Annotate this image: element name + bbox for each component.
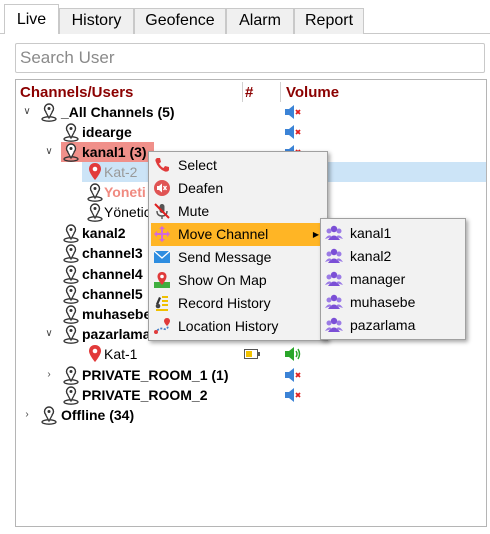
record-history-icon xyxy=(155,296,168,311)
tree-node-all-channels[interactable]: _All Channels (5) xyxy=(61,102,175,122)
column-header-count[interactable]: # xyxy=(245,84,253,101)
channel-pin-icon xyxy=(62,304,80,324)
muted-speaker-icon[interactable] xyxy=(284,104,302,120)
tree-node-private-room-1[interactable]: PRIVATE_ROOM_1 (1) xyxy=(82,365,229,385)
group-icon xyxy=(325,247,343,265)
expand-chevron-icon[interactable]: › xyxy=(43,365,55,385)
submenu-item-manager[interactable]: manager xyxy=(323,268,463,291)
column-header-volume[interactable]: Volume xyxy=(286,84,339,101)
tab-live[interactable]: Live xyxy=(4,4,59,34)
channel-pin-icon xyxy=(62,365,80,385)
group-icon xyxy=(325,316,343,334)
mute-mic-icon xyxy=(154,203,170,219)
group-icon xyxy=(325,293,343,311)
menu-item-show-on-map[interactable]: Show On Map xyxy=(151,269,325,292)
tree-node-kat-1[interactable]: Kat-1 xyxy=(104,344,137,364)
location-history-icon xyxy=(154,318,170,334)
tree-node-yonetici[interactable]: Yönetic xyxy=(104,202,151,222)
tab-geofence[interactable]: Geofence xyxy=(134,8,226,34)
muted-speaker-icon[interactable] xyxy=(284,367,302,383)
submenu-item-muhasebe[interactable]: muhasebe xyxy=(323,291,463,314)
channel-pin-icon xyxy=(62,264,80,284)
channel-pin-icon xyxy=(40,102,58,122)
channel-pin-icon xyxy=(62,223,80,243)
collapse-chevron-icon[interactable]: ∨ xyxy=(43,324,55,344)
column-separator xyxy=(280,82,281,102)
speaker-on-icon[interactable] xyxy=(284,346,302,362)
group-icon xyxy=(325,270,343,288)
menu-item-deafen[interactable]: Deafen xyxy=(151,177,325,200)
tree-node-channel5[interactable]: channel5 xyxy=(82,284,143,304)
muted-speaker-icon[interactable] xyxy=(284,387,302,403)
menu-item-mute[interactable]: Mute xyxy=(151,200,325,223)
channel-pin-icon xyxy=(62,385,80,405)
tree-node-channel4[interactable]: channel4 xyxy=(82,264,143,284)
tree-node-idearge[interactable]: idearge xyxy=(82,122,132,142)
tab-report[interactable]: Report xyxy=(294,8,364,34)
channel-pin-icon xyxy=(62,243,80,263)
channel-pin-icon xyxy=(62,284,80,304)
column-separator xyxy=(242,82,243,102)
user-location-pin-icon xyxy=(86,162,104,182)
group-icon xyxy=(325,224,343,242)
move-icon xyxy=(154,226,170,242)
channel-pin-icon xyxy=(40,405,58,425)
deafen-icon xyxy=(154,180,170,196)
envelope-icon xyxy=(153,250,171,263)
channel-pin-icon xyxy=(62,324,80,344)
tree-node-kat-2[interactable]: Kat-2 xyxy=(104,162,137,182)
menu-item-record-history[interactable]: Record History xyxy=(151,292,325,315)
user-pin-icon xyxy=(86,182,104,202)
phone-icon xyxy=(155,158,169,172)
tab-bar: Live History Geofence Alarm Report xyxy=(0,0,490,34)
submenu-arrow-icon: ▶ xyxy=(312,230,319,239)
menu-item-move-channel[interactable]: Move Channel ▶ xyxy=(151,223,325,246)
submenu-item-pazarlama[interactable]: pazarlama xyxy=(323,314,463,337)
collapse-chevron-icon[interactable]: ∨ xyxy=(21,102,33,122)
submenu-item-kanal2[interactable]: kanal2 xyxy=(323,245,463,268)
column-header-channels-users[interactable]: Channels/Users xyxy=(20,84,133,101)
battery-icon xyxy=(244,349,260,359)
search-user-input[interactable] xyxy=(15,43,485,73)
channel-pin-icon xyxy=(62,142,80,162)
submenu-item-kanal1[interactable]: kanal1 xyxy=(323,222,463,245)
tree-node-private-room-2[interactable]: PRIVATE_ROOM_2 xyxy=(82,385,208,405)
tab-history[interactable]: History xyxy=(59,8,134,34)
user-location-pin-icon xyxy=(86,344,104,364)
map-pin-icon xyxy=(154,272,170,288)
user-pin-icon xyxy=(62,122,80,142)
tab-alarm[interactable]: Alarm xyxy=(226,8,294,34)
tree-node-pazarlama[interactable]: pazarlama xyxy=(82,324,150,344)
user-context-menu: Select Deafen Mute Move Channel ▶ Send M… xyxy=(148,151,328,341)
muted-speaker-icon[interactable] xyxy=(284,124,302,140)
user-pin-icon xyxy=(86,202,104,222)
menu-item-send-message[interactable]: Send Message xyxy=(151,246,325,269)
collapse-chevron-icon[interactable]: ∨ xyxy=(43,142,55,162)
menu-item-select[interactable]: Select xyxy=(151,154,325,177)
tree-node-offline[interactable]: Offline (34) xyxy=(61,405,134,425)
expand-chevron-icon[interactable]: › xyxy=(21,405,33,425)
tree-node-kanal1[interactable]: kanal1 (3) xyxy=(82,142,147,162)
move-channel-submenu: kanal1 kanal2 manager muhasebe pazarlama xyxy=(320,218,466,340)
tree-node-channel3[interactable]: channel3 xyxy=(82,243,143,263)
tree-node-muhasebe[interactable]: muhasebe xyxy=(82,304,151,324)
tree-node-kanal2[interactable]: kanal2 xyxy=(82,223,126,243)
menu-item-location-history[interactable]: Location History xyxy=(151,315,325,338)
tree-node-yonetici-speaking[interactable]: Yoneti xyxy=(104,182,146,202)
